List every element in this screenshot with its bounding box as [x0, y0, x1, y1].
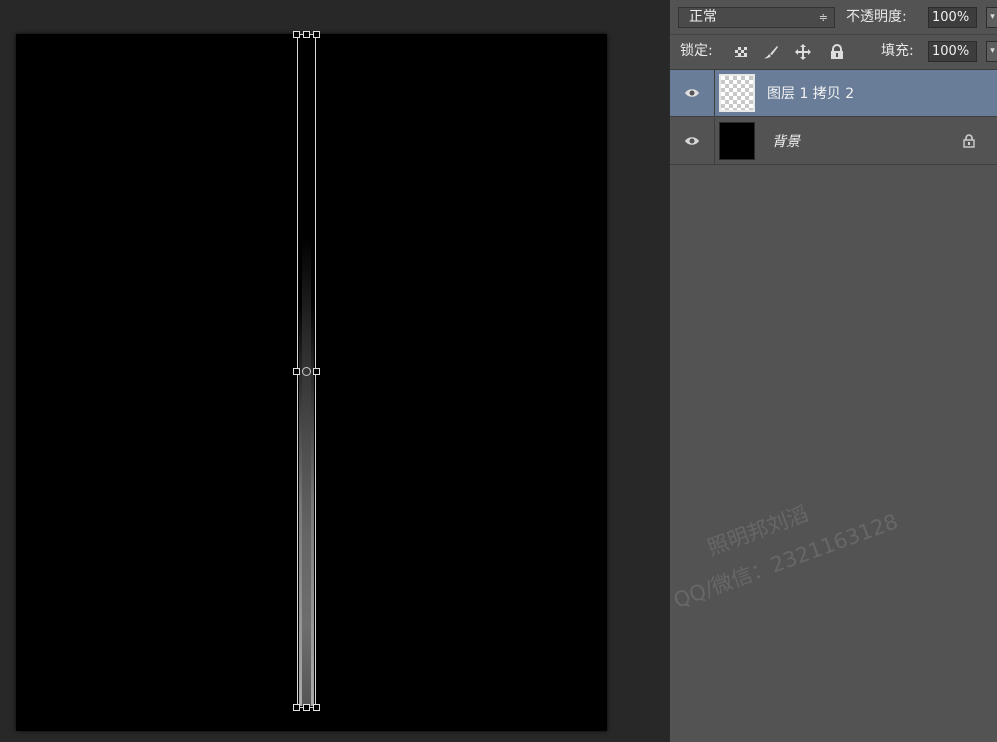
fill-input[interactable]: 100% [928, 41, 977, 62]
transform-reference-point[interactable] [302, 367, 311, 376]
opacity-dropdown-button[interactable]: ▾ [986, 7, 997, 28]
select-arrows-icon: ≑ [818, 11, 828, 24]
transform-handle-top-left[interactable] [293, 31, 300, 38]
lock-label: 锁定: [680, 43, 713, 59]
lock-transparent-pixels-icon[interactable] [732, 43, 750, 61]
opacity-label: 不透明度: [846, 9, 907, 25]
fill-label: 填充: [881, 43, 914, 59]
layer-name[interactable]: 图层 1 拷贝 2 [767, 83, 854, 103]
lock-fill-row: 锁定: 填充: 100% ▾ [670, 35, 997, 70]
blend-mode-select[interactable]: 正常 ≑ [678, 7, 835, 28]
layer-name[interactable]: 背景 [772, 131, 800, 151]
layer-lock-icon [963, 134, 975, 148]
transform-handle-middle-left[interactable] [293, 368, 300, 375]
layer-row-selected[interactable]: 图层 1 拷贝 2 [670, 70, 997, 117]
lock-all-icon[interactable] [828, 43, 846, 61]
fill-dropdown-button[interactable]: ▾ [986, 41, 997, 62]
transform-handle-bottom-right[interactable] [313, 704, 320, 711]
transform-handle-top-right[interactable] [313, 31, 320, 38]
transform-handle-bottom-left[interactable] [293, 704, 300, 711]
row-divider [714, 118, 715, 165]
opacity-input[interactable]: 100% [928, 7, 977, 28]
transform-handle-top-center[interactable] [303, 31, 310, 38]
free-transform-bounding-box[interactable] [293, 31, 320, 711]
layers-panel: 正常 ≑ 不透明度: 100% ▾ 锁定: 填充: 100% ▾ 图层 1 拷贝… [669, 0, 997, 742]
row-divider [714, 70, 715, 117]
layer-thumbnail-transparent[interactable] [719, 74, 755, 112]
eye-visibility-icon[interactable] [684, 135, 700, 147]
transform-handle-bottom-center[interactable] [303, 704, 310, 711]
blend-opacity-row: 正常 ≑ 不透明度: 100% ▾ [670, 0, 997, 35]
document-canvas[interactable] [16, 31, 607, 731]
layer-row-background[interactable]: 背景 [670, 118, 997, 165]
lock-position-move-icon[interactable] [794, 43, 812, 61]
eye-visibility-icon[interactable] [684, 87, 700, 99]
transform-handle-middle-right[interactable] [313, 368, 320, 375]
canvas-workspace[interactable] [0, 0, 669, 742]
lock-image-pixels-brush-icon[interactable] [762, 43, 780, 61]
blend-mode-value: 正常 [689, 9, 717, 25]
layer-thumbnail-black[interactable] [719, 122, 755, 160]
